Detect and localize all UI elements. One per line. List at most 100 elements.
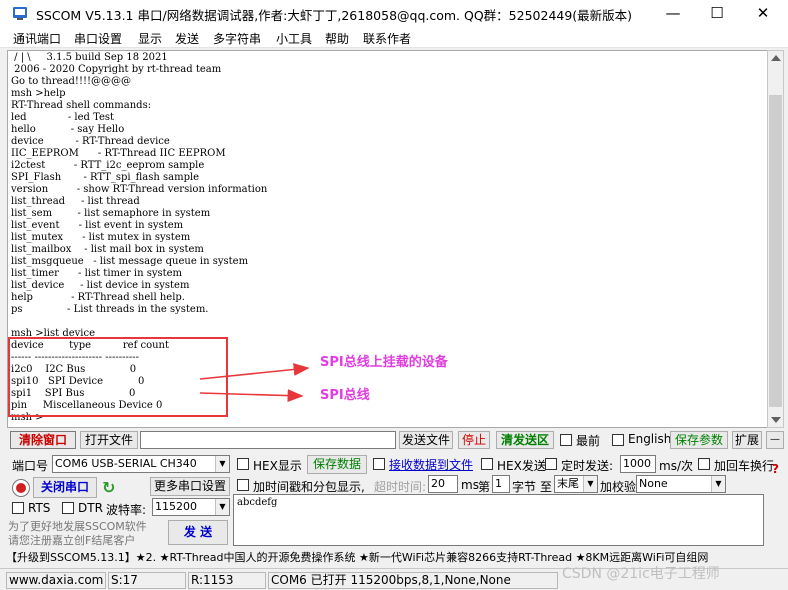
menu-display[interactable]: 显示 (138, 30, 162, 47)
app-icon (13, 7, 27, 20)
clear-send-button[interactable]: 清发送区 (496, 431, 554, 449)
rts-checkbox[interactable] (12, 502, 24, 514)
baud-select[interactable]: 115200 ▼ (152, 498, 230, 516)
terminal-line: led - led Test (11, 112, 115, 123)
scroll-thumb[interactable] (769, 95, 782, 407)
byte-from-label: 第 (478, 480, 491, 494)
chevron-down-icon: ▼ (583, 476, 597, 492)
terminal-line: list_timer - list timer in system (11, 268, 183, 279)
byte-from-input[interactable]: 1 (492, 475, 510, 493)
collapse-button[interactable]: — (766, 431, 784, 449)
to-select-value: 末尾 (557, 477, 579, 490)
checksum-label: 加校验 (600, 480, 637, 494)
recv-to-file-label[interactable]: 接收数据到文件 (389, 456, 473, 473)
byte-unit-label: 字节 (512, 480, 537, 494)
port-status-icon (12, 479, 30, 497)
to-select[interactable]: 末尾 ▼ (554, 475, 598, 493)
checksum-select[interactable]: None ▼ (636, 475, 726, 493)
clear-window-button[interactable]: 清除窗口 (10, 431, 76, 449)
send-button[interactable]: 发 送 (168, 520, 228, 545)
terminal-line: version - show RT-Thread version informa… (11, 184, 268, 195)
dtr-checkbox[interactable] (62, 502, 74, 514)
menu-tools[interactable]: 小工具 (276, 30, 312, 47)
hex-display-checkbox[interactable] (237, 458, 249, 470)
timestamp-checkbox[interactable] (237, 479, 249, 491)
menu-comm-port[interactable]: 通讯端口 (13, 30, 61, 47)
annotation-spi-bus: SPI总线 (320, 388, 370, 403)
recv-to-file-checkbox[interactable] (373, 458, 385, 470)
expand-button[interactable]: 扩展 (732, 431, 762, 449)
promo-line-2: 请您注册嘉立创F结尾客户 (8, 534, 136, 547)
help-icon[interactable]: ? (772, 462, 779, 476)
add-crlf-label: 加回车换行 (714, 459, 775, 473)
send-text-area[interactable]: abcdefg (233, 494, 764, 546)
terminal-line: device - RT-Thread device (11, 136, 170, 147)
menu-send[interactable]: 发送 (175, 30, 199, 47)
terminal-line: list_device - list device in system (11, 280, 190, 291)
to-label: 至 (540, 480, 553, 494)
hex-display-label: HEX显示 (253, 459, 302, 473)
more-settings-button[interactable]: 更多串口设置 (150, 477, 230, 496)
refresh-icon[interactable]: ↻ (102, 478, 115, 497)
english-checkbox[interactable] (612, 434, 624, 446)
topmost-checkbox[interactable] (560, 434, 572, 446)
port-label: 端口号 (12, 459, 49, 473)
topmost-label: 最前 (576, 434, 601, 448)
terminal-line: ps - List threads in the system. (11, 304, 209, 315)
timestamp-label: 加时间戳和分包显示, (253, 480, 365, 494)
interval-unit: ms/次 (659, 459, 693, 473)
terminal-line: list_mutex - list mutex in system (11, 232, 191, 243)
chevron-down-icon: ▼ (215, 499, 229, 515)
save-data-button[interactable]: 保存数据 (307, 455, 367, 474)
terminal-line: list_thread - list thread (11, 196, 140, 207)
menu-bar: 通讯端口 串口设置 显示 发送 多字符串 小工具 帮助 联系作者 (0, 28, 788, 48)
menu-serial-settings[interactable]: 串口设置 (74, 30, 122, 47)
close-button[interactable]: ✕ (740, 0, 786, 28)
dtr-label: DTR (78, 501, 103, 515)
english-label: English (628, 432, 672, 446)
menu-help[interactable]: 帮助 (325, 30, 349, 47)
save-params-button[interactable]: 保存参数 (670, 431, 728, 449)
sent-count: S:17 (108, 572, 186, 589)
file-path-input[interactable] (140, 431, 396, 449)
annotation-spi-devices: SPI总线上挂载的设备 (320, 355, 448, 370)
maximize-button[interactable]: ☐ (694, 0, 740, 28)
terminal-line: hello - say Hello (11, 124, 125, 135)
timeout-label: 超时时间: (374, 480, 427, 494)
terminal-line: SPI_Flash - RTT_spi_flash sample (11, 172, 200, 183)
menu-contact-author[interactable]: 联系作者 (363, 30, 411, 47)
timeout-input[interactable]: 20 (428, 475, 458, 493)
stop-button[interactable]: 停止 (458, 431, 490, 449)
send-file-button[interactable]: 发送文件 (399, 431, 453, 449)
timed-send-checkbox[interactable] (545, 458, 557, 470)
scroll-up-icon[interactable] (771, 55, 781, 61)
terminal-line: RT-Thread shell commands: (11, 100, 152, 111)
website-link[interactable]: www.daxia.com (6, 572, 106, 589)
hex-send-checkbox[interactable] (481, 458, 493, 470)
baud-select-value: 115200 (155, 500, 197, 513)
port-status: COM6 已打开 115200bps,8,1,None,None (268, 572, 558, 589)
terminal-line: / | \ 3.1.5 build Sep 18 2021 (11, 52, 168, 63)
hex-send-label: HEX发送 (497, 459, 546, 473)
received-count: R:1153 (188, 572, 266, 589)
open-file-button[interactable]: 打开文件 (80, 431, 138, 449)
scroll-down-icon[interactable] (771, 417, 781, 423)
terminal-line: 2006 - 2020 Copyright by rt-thread team (11, 64, 222, 75)
port-select[interactable]: COM6 USB-SERIAL CH340 ▼ (52, 455, 230, 473)
close-port-button[interactable]: 关闭串口 (33, 477, 97, 498)
minimize-button[interactable]: — (650, 0, 696, 28)
menu-multi-string[interactable]: 多字符串 (213, 30, 261, 47)
chevron-down-icon: ▼ (711, 476, 725, 492)
terminal-line: msh >help (11, 88, 66, 99)
vertical-scrollbar[interactable] (767, 50, 784, 428)
terminal-line: Go to thread!!!!@@@@ (11, 76, 131, 87)
rts-label: RTS (28, 501, 51, 515)
add-crlf-checkbox[interactable] (698, 458, 710, 470)
title-bar: SSCOM V5.13.1 串口/网络数据调试器,作者:大虾丁丁,2618058… (0, 0, 788, 28)
interval-input[interactable]: 1000 (620, 455, 656, 473)
terminal-line: list_event - list event in system (11, 220, 184, 231)
timeout-unit: ms (461, 478, 479, 492)
watermark: CSDN @21ic电子工程师 (562, 566, 720, 582)
terminal-line: i2ctest - RTT_i2c_eeprom sample (11, 160, 205, 171)
